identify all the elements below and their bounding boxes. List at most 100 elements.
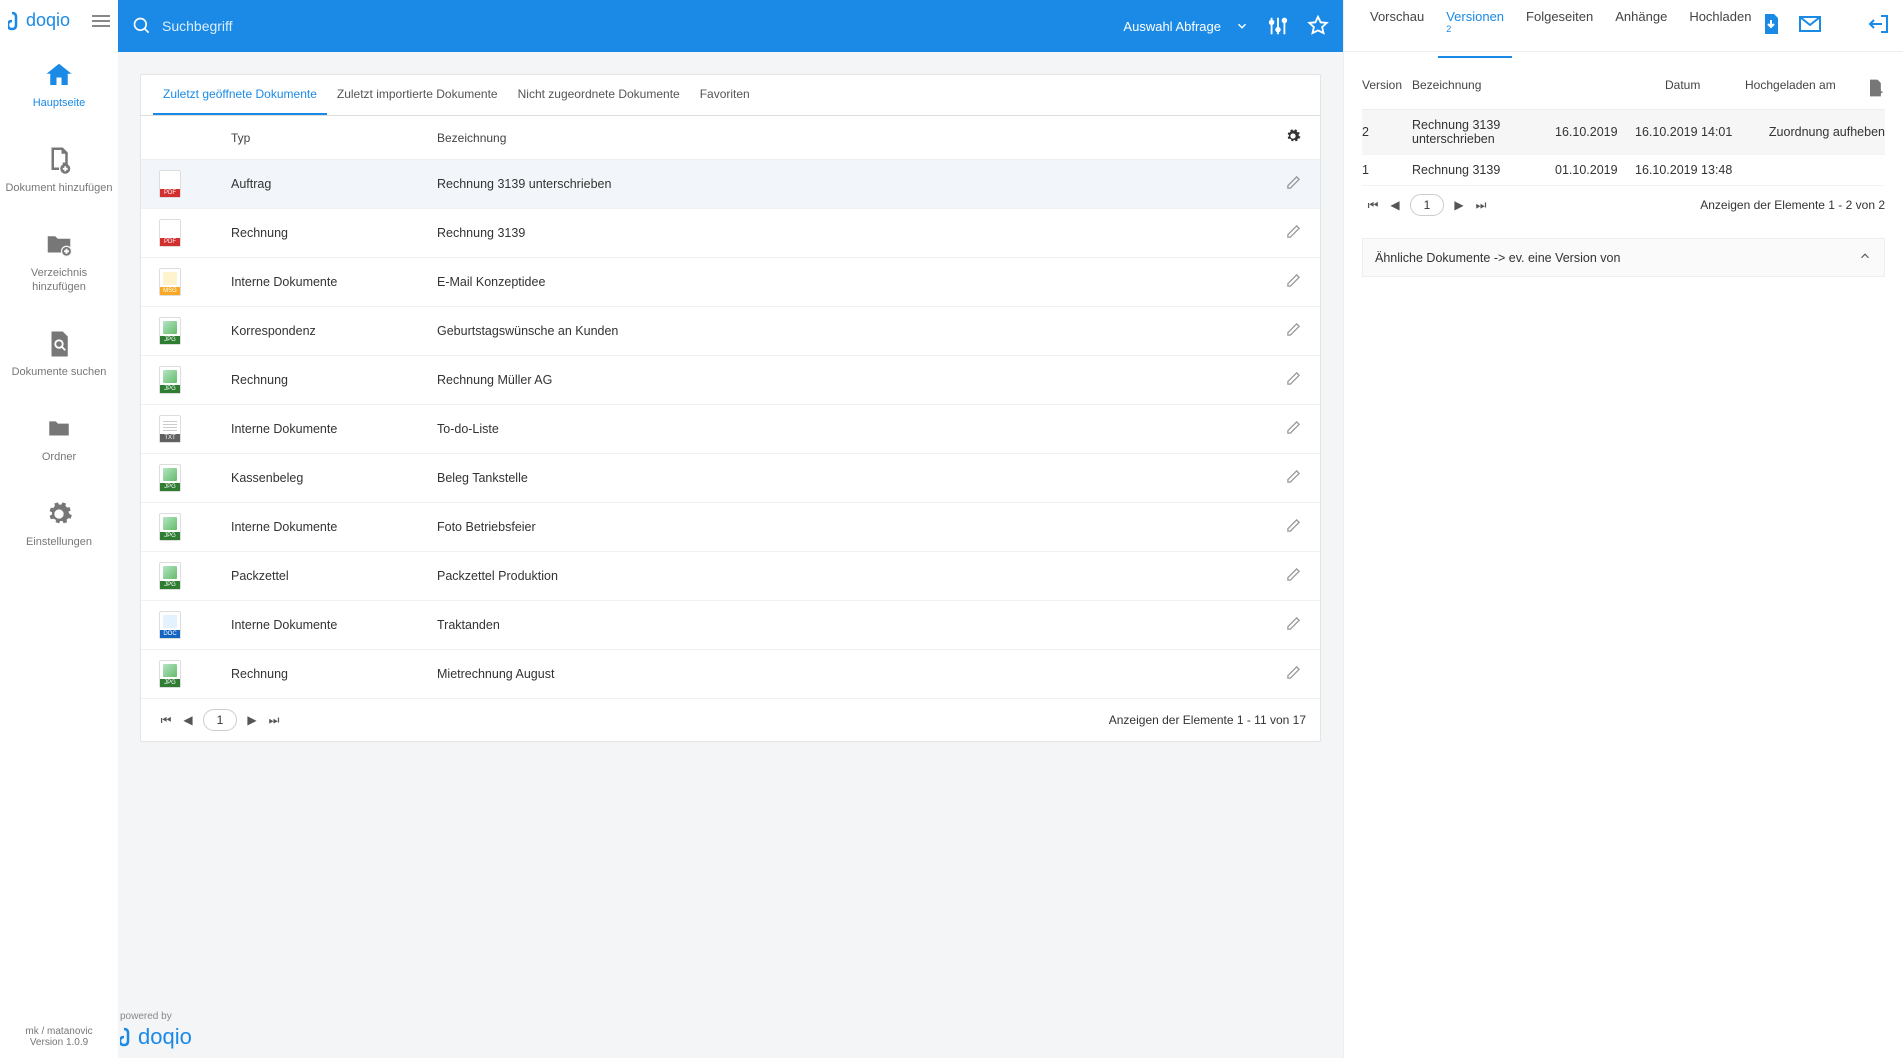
sliders-icon[interactable] <box>1267 15 1289 37</box>
edit-icon[interactable] <box>1286 571 1301 585</box>
menu-toggle-icon[interactable] <box>92 15 110 27</box>
pager-first[interactable]: ⏮ <box>155 709 177 731</box>
edit-icon[interactable] <box>1286 522 1301 536</box>
table-row[interactable]: JPGRechnungRechnung Müller AG <box>141 356 1320 405</box>
file-type-icon: JPG <box>159 317 181 345</box>
star-icon[interactable] <box>1307 15 1329 37</box>
edit-icon[interactable] <box>1286 277 1301 291</box>
add-document-icon <box>41 142 77 178</box>
documents-panel: Zuletzt geöffnete Dokumente Zuletzt impo… <box>140 74 1321 742</box>
file-type-icon: DOC <box>159 611 181 639</box>
ver-pager-prev[interactable]: ◀ <box>1384 194 1406 216</box>
footer-user: mk / matanovic <box>10 1026 108 1037</box>
tab-preview[interactable]: Vorschau <box>1362 0 1432 58</box>
logout-icon[interactable] <box>1867 12 1891 39</box>
footer-version: Version 1.0.9 <box>10 1037 108 1048</box>
edit-icon[interactable] <box>1286 326 1301 340</box>
tab-versions[interactable]: Versionen 2 <box>1438 0 1512 58</box>
row-type: Interne Dokumente <box>231 422 437 436</box>
ver-pager-page[interactable]: 1 <box>1410 194 1444 216</box>
table-row[interactable]: MSG Interne DokumenteE-Mail Konzeptidee <box>141 258 1320 307</box>
file-type-icon: JPG <box>159 464 181 492</box>
download-icon[interactable] <box>1759 12 1783 39</box>
row-name: Traktanden <box>437 618 1266 632</box>
edit-icon[interactable] <box>1286 620 1301 634</box>
ver-pager-info: Anzeigen der Elemente 1 - 2 von 2 <box>1700 198 1885 212</box>
query-select-label[interactable]: Auswahl Abfrage <box>1123 19 1221 34</box>
row-name: E-Mail Konzeptidee <box>437 275 1266 289</box>
search-icon[interactable] <box>132 16 152 36</box>
sidebar-item-folders[interactable]: Ordner <box>0 395 118 480</box>
file-type-icon: PDF <box>159 170 181 198</box>
chevron-down-icon[interactable] <box>1235 19 1249 33</box>
tab-following-pages[interactable]: Folgeseiten <box>1518 0 1601 58</box>
col-header-type[interactable]: Typ <box>231 131 437 145</box>
sidebar-item-home[interactable]: Hauptseite <box>0 41 118 126</box>
mail-icon[interactable] <box>1797 12 1823 39</box>
edit-icon[interactable] <box>1286 179 1301 193</box>
add-version-icon[interactable] <box>1865 78 1885 101</box>
file-type-icon: MSG <box>159 268 181 296</box>
edit-icon[interactable] <box>1286 228 1301 242</box>
pager-info: Anzeigen der Elemente 1 - 11 von 17 <box>1109 713 1306 727</box>
table-row[interactable]: DOC Interne DokumenteTraktanden <box>141 601 1320 650</box>
table-row[interactable]: PDFAuftragRechnung 3139 unterschrieben <box>141 160 1320 209</box>
powered-by-label: powered by <box>120 1011 192 1022</box>
gear-icon[interactable] <box>1285 133 1301 147</box>
ver-pager-first[interactable]: ⏮ <box>1362 194 1384 216</box>
row-name: Foto Betriebsfeier <box>437 520 1266 534</box>
tab-favorites[interactable]: Favoriten <box>690 75 760 115</box>
unassign-link[interactable]: Zuordnung aufheben <box>1769 125 1885 139</box>
search-document-icon <box>41 326 77 362</box>
file-type-icon: JPG <box>159 366 181 394</box>
row-name: Mietrechnung August <box>437 667 1266 681</box>
edit-icon[interactable] <box>1286 424 1301 438</box>
pager-page[interactable]: 1 <box>203 709 237 731</box>
similar-docs-toggle[interactable]: Ähnliche Dokumente -> ev. eine Version v… <box>1363 239 1884 276</box>
table-row[interactable]: JPGKassenbelegBeleg Tankstelle <box>141 454 1320 503</box>
table-row[interactable]: PDFRechnungRechnung 3139 <box>141 209 1320 258</box>
sidebar-item-add-doc[interactable]: Dokument hinzufügen <box>0 126 118 211</box>
table-row[interactable]: JPGKorrespondenzGeburtstagswünsche an Ku… <box>141 307 1320 356</box>
row-type: Interne Dokumente <box>231 520 437 534</box>
file-type-icon: JPG <box>159 660 181 688</box>
row-name: Packzettel Produktion <box>437 569 1266 583</box>
pager-last[interactable]: ⏭ <box>263 709 285 731</box>
row-name: Beleg Tankstelle <box>437 471 1266 485</box>
row-type: Interne Dokumente <box>231 275 437 289</box>
row-name: Geburtstagswünsche an Kunden <box>437 324 1266 338</box>
edit-icon[interactable] <box>1286 375 1301 389</box>
search-bar: Auswahl Abfrage <box>118 0 1343 52</box>
pager-next[interactable]: ▶ <box>241 709 263 731</box>
version-row[interactable]: 1Rechnung 313901.10.201916.10.2019 13:48 <box>1362 155 1885 186</box>
tab-upload[interactable]: Hochladen <box>1681 0 1759 58</box>
tab-unassigned[interactable]: Nicht zugeordnete Dokumente <box>508 75 690 115</box>
table-row[interactable]: JPGRechnungMietrechnung August <box>141 650 1320 699</box>
table-row[interactable]: TXTInterne DokumenteTo-do-Liste <box>141 405 1320 454</box>
tab-recent-imported[interactable]: Zuletzt importierte Dokumente <box>327 75 508 115</box>
sidebar-item-search-docs[interactable]: Dokumente suchen <box>0 310 118 395</box>
gear-icon <box>41 496 77 532</box>
table-row[interactable]: JPGPackzettelPackzettel Produktion <box>141 552 1320 601</box>
pager-prev[interactable]: ◀ <box>177 709 199 731</box>
tab-recent-opened[interactable]: Zuletzt geöffnete Dokumente <box>153 75 327 115</box>
row-type: Rechnung <box>231 226 437 240</box>
tab-attachments[interactable]: Anhänge <box>1607 0 1675 58</box>
row-name: Rechnung Müller AG <box>437 373 1266 387</box>
row-name: Rechnung 3139 unterschrieben <box>437 177 1266 191</box>
col-header-name[interactable]: Bezeichnung <box>437 131 1266 145</box>
row-name: To-do-Liste <box>437 422 1266 436</box>
row-type: Interne Dokumente <box>231 618 437 632</box>
ver-pager-next[interactable]: ▶ <box>1448 194 1470 216</box>
sidebar: doqio Hauptseite Dokument hinzufügen Ver… <box>0 0 118 1058</box>
table-row[interactable]: JPGInterne DokumenteFoto Betriebsfeier <box>141 503 1320 552</box>
sidebar-item-add-dir[interactable]: Verzeichnis hinzufügen <box>0 211 118 309</box>
edit-icon[interactable] <box>1286 473 1301 487</box>
search-input[interactable] <box>162 18 1123 34</box>
version-row[interactable]: 2Rechnung 3139 unterschrieben16.10.20191… <box>1362 110 1885 155</box>
sidebar-item-settings[interactable]: Einstellungen <box>0 480 118 565</box>
powered-by-logo: doqio <box>120 1024 192 1050</box>
ver-pager-last[interactable]: ⏭ <box>1470 194 1492 216</box>
ver-col-version: Version <box>1362 78 1412 101</box>
edit-icon[interactable] <box>1286 669 1301 683</box>
